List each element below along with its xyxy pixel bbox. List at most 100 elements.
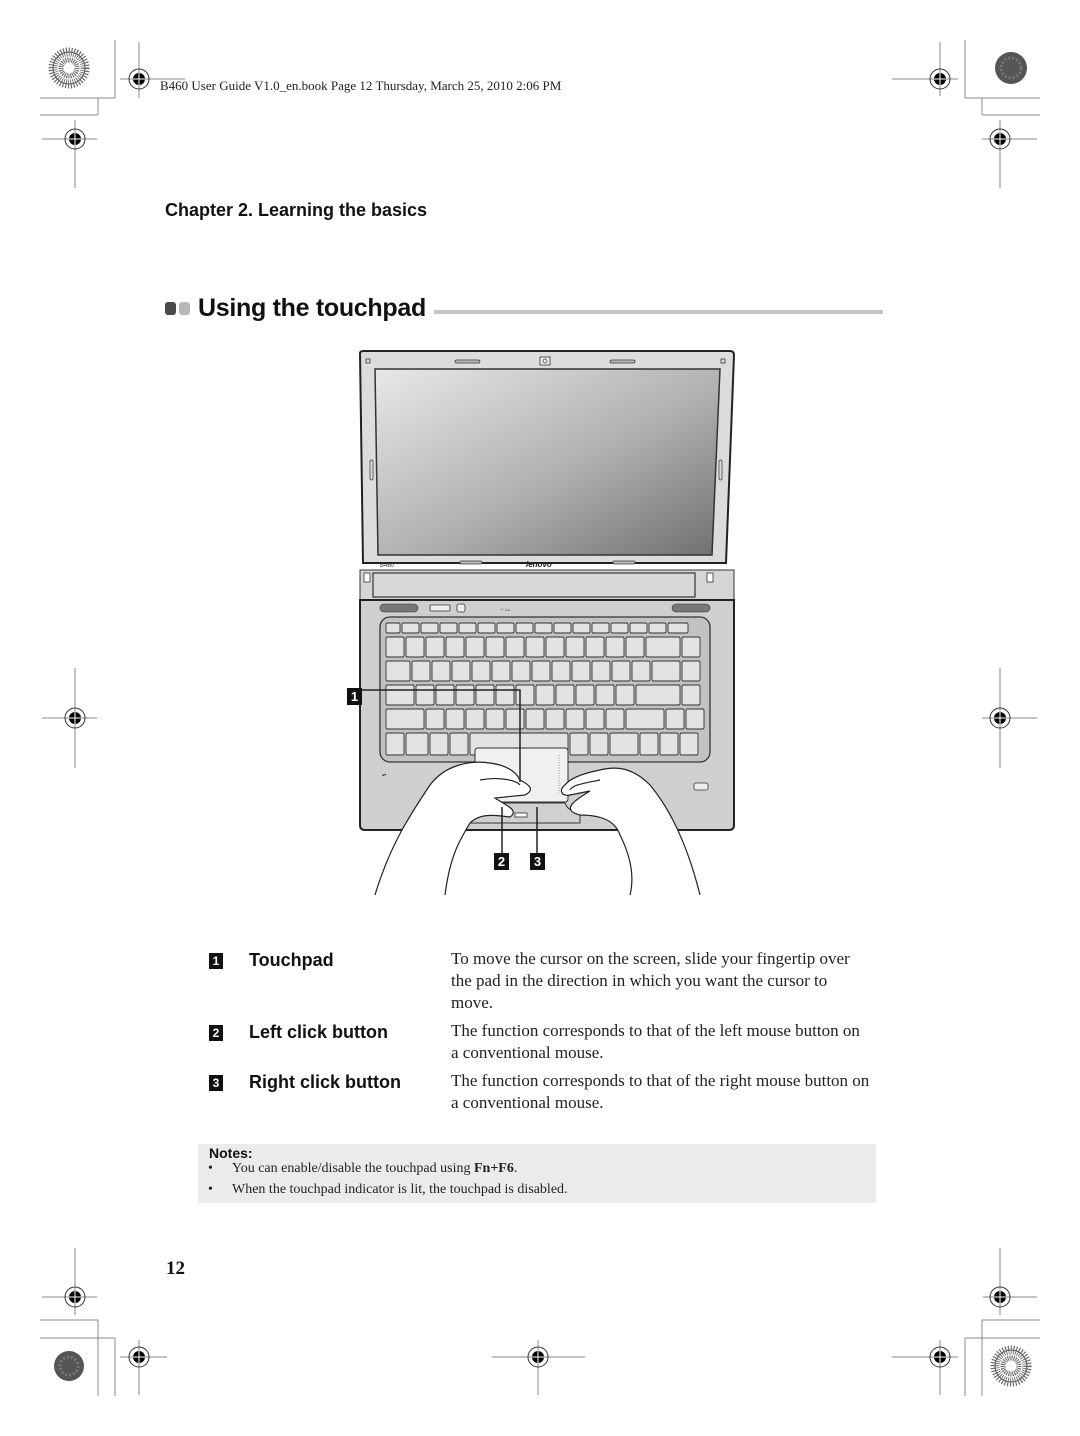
brand-logo: lenovo <box>526 560 552 569</box>
print-header: B460 User Guide V1.0_en.book Page 12 Thu… <box>160 78 562 93</box>
keyboard-key <box>635 684 681 706</box>
keyboard-key <box>485 636 505 658</box>
registration-mark <box>42 120 97 188</box>
keyboard-key <box>629 622 648 634</box>
keyboard-key <box>415 684 435 706</box>
section-title: Using the touchpad <box>198 293 426 322</box>
keyboard-key <box>496 622 515 634</box>
keyboard-key <box>639 732 659 756</box>
keyboard-key <box>385 708 425 730</box>
keyboard-key <box>585 708 605 730</box>
note-text-end: . <box>513 1161 518 1176</box>
callout-badge-2: 2 <box>494 853 509 870</box>
keyboard-key <box>525 636 545 658</box>
keyboard-key <box>435 684 455 706</box>
keyboard-key <box>491 660 511 682</box>
keyboard-key <box>445 708 465 730</box>
keyboard-key <box>551 660 571 682</box>
keyboard-key <box>385 622 401 634</box>
bullet: • <box>208 1182 213 1197</box>
keyboard-key <box>571 660 591 682</box>
power-switch <box>429 604 451 612</box>
item-label: Right click button <box>249 1072 401 1092</box>
registration-mark <box>892 1340 958 1395</box>
keyboard-key <box>420 622 439 634</box>
keyboard-key <box>431 660 451 682</box>
keyboard-key <box>625 708 665 730</box>
item-description: The function corresponds to that of the … <box>451 1071 870 1112</box>
keyboard-key <box>515 684 535 706</box>
keyboard-key <box>477 622 496 634</box>
keyboard-key <box>465 636 485 658</box>
keyboard-key <box>425 636 445 658</box>
onekey-button <box>456 603 466 613</box>
svg-text:▫▫ ▵▵: ▫▫ ▵▵ <box>500 607 510 613</box>
keyboard-key <box>625 636 645 658</box>
keyboard-key <box>585 636 605 658</box>
keyboard-key <box>665 708 685 730</box>
notes-box: Notes: • You can enable/disable the touch… <box>198 1144 876 1203</box>
registration-mark <box>983 1248 1037 1315</box>
keyboard-key <box>575 684 595 706</box>
heading-bullet-dark-icon <box>165 301 176 315</box>
webcam-icon <box>539 356 551 366</box>
keyboard-key <box>545 708 565 730</box>
keyboard-key <box>429 732 449 756</box>
keyboard-key <box>545 636 565 658</box>
keyboard-key <box>401 622 420 634</box>
keyboard-key <box>495 684 515 706</box>
keyboard-key <box>475 684 495 706</box>
keyboard-key <box>572 622 591 634</box>
registration-mark <box>492 1340 585 1395</box>
keyboard-key <box>485 708 505 730</box>
keyboard-key <box>589 732 609 756</box>
keyboard-key <box>681 660 701 682</box>
keyboard-key <box>458 622 477 634</box>
item-description: To move the cursor on the screen, slide … <box>451 949 850 1012</box>
note-text: When the touchpad indicator is lit, the … <box>232 1182 568 1197</box>
keyboard-key <box>681 684 701 706</box>
laptop-illustration: B460 lenovo ▫▫ ▵▵ ▪• <box>355 350 736 896</box>
keyboard-key <box>525 708 545 730</box>
speaker-grille-left <box>379 603 419 613</box>
keyboard-key <box>659 732 679 756</box>
note-text: You can enable/disable the touchpad usin… <box>232 1161 474 1176</box>
chapter-title: Chapter 2. Learning the basics <box>165 200 428 220</box>
keyboard-key <box>405 636 425 658</box>
keyboard-key <box>505 636 525 658</box>
section-heading: Using the touchpad <box>165 288 883 328</box>
laptop-screen <box>374 368 721 556</box>
item-number-badge: 3 <box>209 1075 223 1091</box>
note-item: • You can enable/disable the touchpad usi… <box>208 1161 517 1177</box>
item-label: Touchpad <box>249 950 334 970</box>
keyboard-key <box>591 660 611 682</box>
keyboard-key <box>595 684 615 706</box>
fingerprint-reader <box>693 782 709 791</box>
starburst-target-bottom-right <box>990 1345 1032 1387</box>
item-number-badge: 1 <box>209 953 223 969</box>
keyboard-key <box>651 660 681 682</box>
keyboard-key <box>605 636 625 658</box>
keyboard-key <box>611 660 631 682</box>
svg-text:▪•: ▪• <box>382 773 386 779</box>
keyboard-key <box>451 660 471 682</box>
registration-mark <box>982 120 1037 188</box>
note-item: • When the touchpad indicator is lit, the… <box>208 1182 568 1198</box>
keyboard-key <box>648 622 667 634</box>
keyboard-key <box>505 708 525 730</box>
callout-badge-1: 1 <box>347 688 362 705</box>
list-item: 3 Right click button The function corres… <box>209 1070 879 1114</box>
keyboard-key <box>425 708 445 730</box>
keyboard-key <box>465 708 485 730</box>
keyboard-key <box>385 636 405 658</box>
model-label: B460 <box>380 563 395 569</box>
keyboard-key <box>615 684 635 706</box>
keyboard-key <box>553 622 572 634</box>
keyboard-key <box>645 636 681 658</box>
keyboard-key <box>411 660 431 682</box>
keyboard-key <box>685 708 705 730</box>
keyboard-key <box>515 622 534 634</box>
keyboard-key <box>455 684 475 706</box>
keyboard-key <box>439 622 458 634</box>
keyboard-key <box>555 684 575 706</box>
